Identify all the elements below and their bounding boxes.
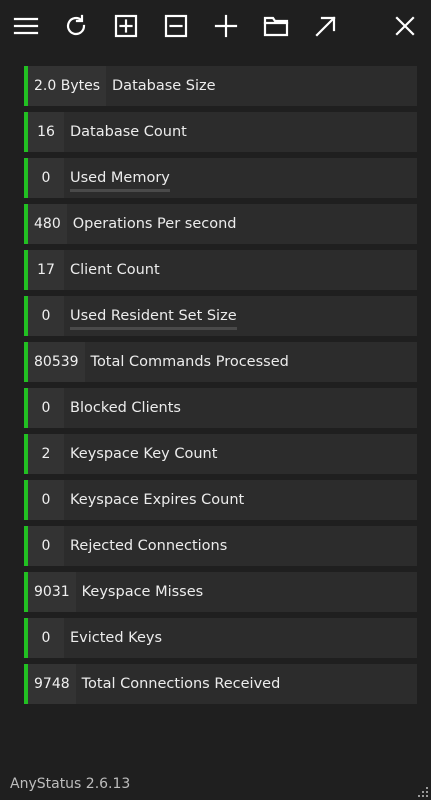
- status-label: Keyspace Expires Count: [70, 492, 245, 508]
- status-item[interactable]: 16 Database Count: [24, 112, 417, 152]
- status-item[interactable]: 17 Client Count: [24, 250, 417, 290]
- status-item[interactable]: 480 Operations Per second: [24, 204, 417, 244]
- status-value: 9748: [28, 664, 76, 704]
- status-list: 2.0 Bytes Database Size 16 Database Count 0 U…: [24, 66, 417, 710]
- status-value: 0: [28, 526, 64, 566]
- status-item[interactable]: 2 Keyspace Key Count: [24, 434, 417, 474]
- status-label: Operations Per second: [72, 216, 237, 232]
- add-button[interactable]: [209, 9, 243, 43]
- menu-button[interactable]: [9, 9, 43, 43]
- status-label: Keyspace Key Count: [70, 446, 218, 462]
- status-item[interactable]: 0 Evicted Keys: [24, 618, 417, 658]
- status-value: 0: [28, 388, 64, 428]
- toolbar: [0, 0, 431, 52]
- status-label: Client Count: [70, 262, 160, 278]
- status-label: Keyspace Misses: [81, 584, 204, 600]
- status-item[interactable]: 0 Used Resident Set Size: [24, 296, 417, 336]
- status-value: 2.0 Bytes: [28, 66, 107, 106]
- status-label: Total Commands Processed: [90, 354, 289, 370]
- status-label: Database Count: [70, 124, 187, 140]
- status-value: 480: [28, 204, 67, 244]
- status-value: 0: [28, 618, 64, 658]
- status-label: Evicted Keys: [70, 630, 163, 646]
- expand-all-icon: [114, 14, 138, 38]
- version-label: AnyStatus 2.6.13: [10, 776, 131, 792]
- status-label: Blocked Clients: [70, 400, 181, 416]
- refresh-button[interactable]: [59, 9, 93, 43]
- status-value: 80539: [28, 342, 85, 382]
- status-item[interactable]: 9748 Total Connections Received: [24, 664, 417, 704]
- status-value: 16: [28, 112, 64, 152]
- close-button[interactable]: [388, 9, 422, 43]
- status-label: Total Connections Received: [81, 676, 281, 692]
- expand-all-button[interactable]: [109, 9, 143, 43]
- status-item[interactable]: 0 Blocked Clients: [24, 388, 417, 428]
- status-item[interactable]: 0 Rejected Connections: [24, 526, 417, 566]
- collapse-all-button[interactable]: [159, 9, 193, 43]
- open-external-icon: [315, 16, 336, 37]
- menu-icon: [13, 17, 39, 35]
- status-item[interactable]: 0 Used Memory: [24, 158, 417, 198]
- collapse-all-icon: [164, 14, 188, 38]
- resize-grip[interactable]: [414, 783, 428, 797]
- status-value: 9031: [28, 572, 76, 612]
- folder-icon: [263, 16, 289, 37]
- close-icon: [395, 16, 415, 36]
- status-label: Used Memory: [70, 170, 170, 192]
- status-value: 0: [28, 158, 64, 198]
- status-item[interactable]: 2.0 Bytes Database Size: [24, 66, 417, 106]
- status-item[interactable]: 0 Keyspace Expires Count: [24, 480, 417, 520]
- open-external-button[interactable]: [309, 9, 343, 43]
- status-value: 17: [28, 250, 64, 290]
- add-folder-button[interactable]: [259, 9, 293, 43]
- status-item[interactable]: 80539 Total Commands Processed: [24, 342, 417, 382]
- status-value: 0: [28, 480, 64, 520]
- add-icon: [214, 14, 238, 38]
- status-item[interactable]: 9031 Keyspace Misses: [24, 572, 417, 612]
- status-value: 0: [28, 296, 64, 336]
- status-label: Database Size: [112, 78, 216, 94]
- refresh-icon: [66, 14, 86, 36]
- status-label: Rejected Connections: [70, 538, 228, 554]
- status-label: Used Resident Set Size: [70, 308, 237, 330]
- status-value: 2: [28, 434, 64, 474]
